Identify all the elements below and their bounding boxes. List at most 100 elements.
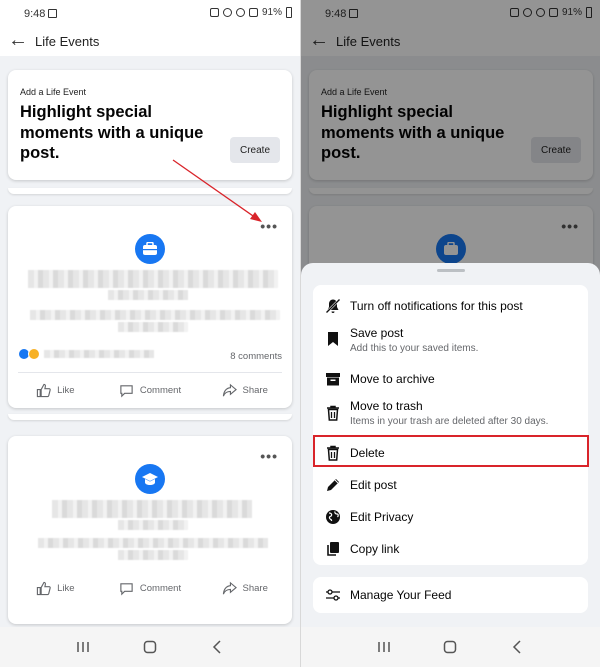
card-divider-strip (8, 188, 292, 194)
menu-item-label: Move to trash (350, 399, 423, 413)
recent-apps-icon[interactable] (71, 635, 95, 659)
comments-count[interactable]: 8 comments (230, 351, 282, 362)
life-event-post-1: ••• 8 comments Like Comment Share (8, 206, 292, 408)
comment-label: Comment (139, 582, 182, 594)
comment-icon (120, 582, 133, 595)
add-life-event-card: Add a Life Event Highlight special momen… (8, 70, 292, 180)
comment-icon (120, 384, 133, 397)
status-time: 9:48 (24, 8, 46, 20)
like-button[interactable]: Like (8, 576, 103, 600)
add-life-event-label: Add a Life Event (20, 87, 87, 97)
comment-button[interactable]: Comment (103, 378, 198, 402)
like-label: Like (57, 384, 75, 396)
page-title: Life Events (35, 34, 100, 49)
card-divider-strip (8, 414, 292, 420)
menu-item-delete[interactable]: Delete (313, 441, 588, 465)
back-arrow-icon[interactable]: ← (8, 29, 28, 51)
status-bar: 9:48 91% (0, 0, 300, 28)
home-icon[interactable] (438, 635, 462, 659)
archive-icon (323, 369, 343, 389)
bell-off-icon (323, 296, 343, 316)
redacted-text (118, 550, 188, 560)
comment-button[interactable]: Comment (103, 576, 198, 600)
post-options-sheet: Turn off notifications for this post Sav… (301, 263, 600, 627)
like-button[interactable]: Like (8, 378, 103, 402)
mute-icon (222, 8, 232, 17)
gallery-icon (48, 9, 57, 18)
post-options-screen: 9:48 91% ← Life Events Add a Life Event … (300, 0, 600, 667)
globe-icon (323, 507, 343, 527)
system-nav-bar (0, 627, 300, 667)
menu-item-label: Edit post (350, 478, 397, 492)
redacted-text (118, 322, 188, 332)
copy-icon (323, 539, 343, 559)
menu-item-turn-off-notifications[interactable]: Turn off notifications for this post (313, 293, 588, 317)
share-icon (222, 383, 237, 396)
redacted-text (44, 350, 154, 358)
reactions[interactable] (18, 348, 40, 360)
add-life-event-headline: Highlight special moments with a unique … (20, 103, 204, 162)
comment-label: Comment (139, 384, 182, 396)
sliders-icon (323, 585, 343, 605)
divider (18, 372, 282, 373)
redacted-text (38, 538, 268, 548)
wifi-icon (235, 8, 245, 17)
menu-item-label: Copy link (350, 542, 400, 556)
redacted-text (28, 270, 278, 288)
menu-item-label: Manage Your Feed (350, 588, 452, 602)
education-event-icon (135, 464, 165, 494)
system-icons: 91% (209, 7, 292, 18)
menu-item-label: Turn off notifications for this post (350, 299, 523, 313)
life-event-post-2: ••• Like Comment Share (8, 436, 292, 624)
menu-item-sublabel: Items in your trash are deleted after 30… (350, 416, 549, 427)
back-icon[interactable] (205, 635, 229, 659)
thumbs-up-icon (36, 383, 51, 397)
wow-reaction-icon (28, 348, 40, 360)
post-actions: Like Comment Share (8, 576, 292, 600)
signal-icon (248, 8, 258, 17)
pencil-icon (323, 475, 343, 495)
menu-item-move-to-archive[interactable]: Move to archive (313, 367, 588, 391)
bookmark-icon (323, 329, 343, 349)
recent-apps-icon[interactable] (372, 635, 396, 659)
menu-item-copy-link[interactable]: Copy link (313, 537, 588, 561)
more-options-icon[interactable]: ••• (260, 448, 278, 464)
menu-item-edit-post[interactable]: Edit post (313, 473, 588, 497)
share-label: Share (242, 384, 268, 396)
post-options-menu: Turn off notifications for this post Sav… (313, 285, 588, 565)
thumbs-up-icon (36, 581, 51, 595)
create-button[interactable]: Create (230, 137, 280, 163)
share-button[interactable]: Share (197, 378, 292, 402)
home-icon[interactable] (138, 635, 162, 659)
alarm-icon (209, 8, 219, 17)
system-nav-bar (301, 627, 600, 667)
back-icon[interactable] (505, 635, 529, 659)
trash-icon (323, 403, 343, 423)
redacted-text (108, 290, 188, 300)
manage-feed-menu: Manage Your Feed (313, 577, 588, 613)
redacted-text (118, 520, 188, 530)
share-icon (222, 581, 237, 594)
more-options-icon[interactable]: ••• (260, 218, 278, 234)
like-label: Like (57, 582, 75, 594)
menu-item-edit-privacy[interactable]: Edit Privacy (313, 505, 588, 529)
menu-item-label: Save post (350, 326, 404, 340)
battery-percent: 91% (261, 7, 282, 18)
menu-item-label: Delete (350, 446, 385, 460)
trash-icon (323, 443, 343, 463)
work-event-icon (135, 234, 165, 264)
menu-item-save-post[interactable]: Save post Add this to your saved items. (313, 325, 588, 359)
share-button[interactable]: Share (197, 576, 292, 600)
sheet-drag-handle[interactable] (437, 269, 465, 272)
menu-item-label: Move to archive (350, 372, 435, 386)
post-actions: Like Comment Share (8, 378, 292, 402)
app-bar: ← Life Events (0, 28, 300, 56)
redacted-text (30, 310, 280, 320)
share-label: Share (242, 582, 268, 594)
life-events-screen: 9:48 91% ← Life Events Add a Life Event … (0, 0, 300, 667)
menu-item-move-to-trash[interactable]: Move to trash Items in your trash are de… (313, 397, 588, 431)
menu-item-label: Edit Privacy (350, 510, 414, 524)
menu-item-manage-your-feed[interactable]: Manage Your Feed (313, 583, 588, 607)
battery-icon (286, 7, 292, 18)
menu-item-sublabel: Add this to your saved items. (350, 343, 479, 354)
